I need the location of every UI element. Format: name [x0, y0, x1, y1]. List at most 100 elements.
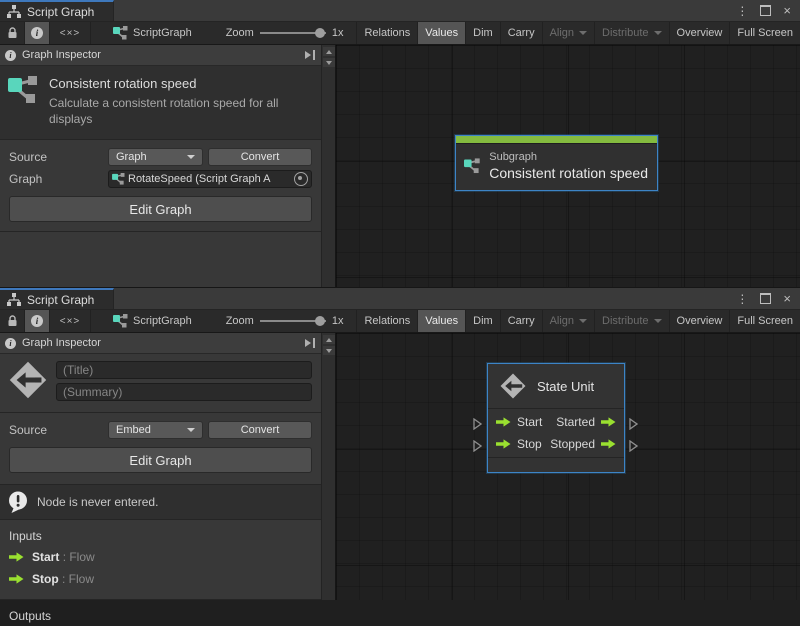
section-divider	[0, 231, 321, 232]
flow-arrow-icon[interactable]	[496, 417, 511, 427]
script-graph-window-top: Script Graph ⋮ × i <×> ScriptGraph Zoom …	[0, 0, 800, 287]
zoom-slider-handle[interactable]	[315, 28, 325, 38]
inspector-toggle-button[interactable]: i	[25, 310, 50, 332]
overview-button[interactable]: Overview	[670, 310, 731, 332]
outputs-header: Outputs	[0, 600, 321, 626]
graph-canvas[interactable]: State Unit Start Started Stop	[336, 333, 800, 600]
maximize-icon[interactable]	[760, 293, 771, 304]
scroll-up-button[interactable]	[323, 335, 335, 344]
input-port-label: Stop	[517, 437, 542, 451]
flow-arrow-icon[interactable]	[496, 439, 511, 449]
node-footer	[488, 458, 624, 472]
lock-button[interactable]	[0, 310, 25, 332]
graph-field-label: Graph	[9, 172, 103, 186]
menu-icon[interactable]: ⋮	[736, 5, 748, 17]
distribute-dropdown[interactable]: Distribute	[595, 310, 669, 332]
tab-script-graph[interactable]: Script Graph	[0, 0, 114, 21]
dim-toggle[interactable]: Dim	[466, 22, 501, 44]
tab-title: Script Graph	[27, 5, 94, 19]
graph-hierarchy-icon	[7, 5, 21, 18]
external-port-triangle-icon[interactable]	[629, 440, 638, 452]
graph-reference[interactable]: ScriptGraph	[105, 22, 200, 44]
toolbar-toggle-group: Relations Values Dim Carry Align Distrib…	[356, 310, 800, 332]
source-dropdown[interactable]: Graph	[108, 148, 203, 166]
dock-icon[interactable]	[305, 49, 316, 61]
menu-icon[interactable]: ⋮	[736, 293, 748, 305]
maximize-icon[interactable]	[760, 5, 771, 16]
triangle-up-icon	[326, 50, 332, 54]
full-screen-button[interactable]: Full Screen	[730, 310, 800, 332]
inspector-toggle-button[interactable]: i	[25, 22, 50, 44]
input-port-row: Stop : Flow	[0, 568, 321, 590]
edit-graph-button[interactable]: Edit Graph	[9, 196, 312, 222]
graph-object-field[interactable]: RotateSpeed (Script Graph A	[108, 170, 312, 188]
state-unit-icon	[9, 361, 47, 399]
graph-reference[interactable]: ScriptGraph	[105, 310, 200, 332]
zoom-slider[interactable]	[260, 32, 326, 34]
convert-button[interactable]: Convert	[208, 421, 312, 439]
dock-icon[interactable]	[305, 337, 316, 349]
relations-toggle[interactable]: Relations	[357, 22, 418, 44]
values-toggle[interactable]: Values	[418, 310, 466, 332]
align-dropdown[interactable]: Align	[543, 22, 595, 44]
carry-toggle[interactable]: Carry	[501, 310, 543, 332]
full-screen-button[interactable]: Full Screen	[730, 22, 800, 44]
flow-arrow-icon[interactable]	[601, 439, 616, 449]
lock-button[interactable]	[0, 22, 25, 44]
zoom-label: Zoom	[226, 22, 254, 44]
convert-button[interactable]: Convert	[208, 148, 312, 166]
title-input[interactable]	[56, 361, 312, 379]
relations-toggle[interactable]: Relations	[357, 310, 418, 332]
source-dropdown[interactable]: Embed	[108, 421, 203, 439]
flow-arrow-icon[interactable]	[601, 417, 616, 427]
graph-toolbar: i <×> ScriptGraph Zoom 1x Relations Valu…	[0, 22, 800, 45]
scroll-up-button[interactable]	[323, 47, 335, 56]
graph-canvas[interactable]: Subgraph Consistent rotation speed	[336, 45, 800, 287]
align-dropdown[interactable]: Align	[543, 310, 595, 332]
node-title: Consistent rotation speed	[489, 165, 648, 181]
source-label: Source	[9, 150, 103, 164]
graph-icon	[464, 154, 480, 178]
zoom-slider-handle[interactable]	[315, 316, 325, 326]
dim-toggle[interactable]: Dim	[466, 310, 501, 332]
node-header: State Unit	[488, 364, 624, 409]
external-port-triangle-icon[interactable]	[473, 418, 482, 430]
object-picker-icon[interactable]	[294, 172, 308, 186]
tab-bar: Script Graph ⋮ ×	[0, 288, 800, 310]
external-port-triangle-icon[interactable]	[629, 418, 638, 430]
inputs-header: Inputs	[0, 520, 321, 546]
edit-graph-button[interactable]: Edit Graph	[9, 447, 312, 473]
chevron-down-icon	[654, 319, 662, 323]
code-view-button[interactable]: <×>	[50, 310, 91, 332]
flow-arrow-icon	[9, 574, 24, 584]
node-title: State Unit	[537, 379, 594, 394]
overview-button[interactable]: Overview	[670, 22, 731, 44]
graph-hierarchy-icon	[7, 293, 21, 306]
scroll-down-button[interactable]	[323, 58, 335, 67]
tab-title: Script Graph	[27, 293, 94, 307]
scroll-down-button[interactable]	[323, 346, 335, 355]
state-unit-node[interactable]: State Unit Start Started Stop	[487, 363, 625, 473]
code-icon: <×>	[60, 316, 81, 327]
tab-script-graph[interactable]: Script Graph	[0, 288, 114, 309]
inspector-scrollbar[interactable]	[321, 333, 335, 600]
values-toggle[interactable]: Values	[418, 22, 466, 44]
script-graph-icon	[112, 173, 125, 185]
output-port-label: Stopped	[550, 437, 595, 451]
triangle-down-icon	[326, 61, 332, 65]
carry-toggle[interactable]: Carry	[501, 22, 543, 44]
graph-description: Calculate a consistent rotation speed fo…	[49, 95, 301, 127]
zoom-slider[interactable]	[260, 320, 326, 322]
info-icon: i	[31, 315, 43, 327]
distribute-dropdown[interactable]: Distribute	[595, 22, 669, 44]
inspector-scrollbar[interactable]	[321, 45, 335, 287]
zoom-value: 1x	[332, 310, 344, 332]
code-view-button[interactable]: <×>	[50, 22, 91, 44]
external-port-triangle-icon[interactable]	[473, 440, 482, 452]
subgraph-node[interactable]: Subgraph Consistent rotation speed	[455, 135, 658, 191]
summary-input[interactable]	[56, 383, 312, 401]
node-kind: Subgraph	[489, 151, 648, 163]
graph-toolbar: i <×> ScriptGraph Zoom 1x Relations Valu…	[0, 310, 800, 333]
close-icon[interactable]: ×	[783, 4, 791, 17]
close-icon[interactable]: ×	[783, 292, 791, 305]
